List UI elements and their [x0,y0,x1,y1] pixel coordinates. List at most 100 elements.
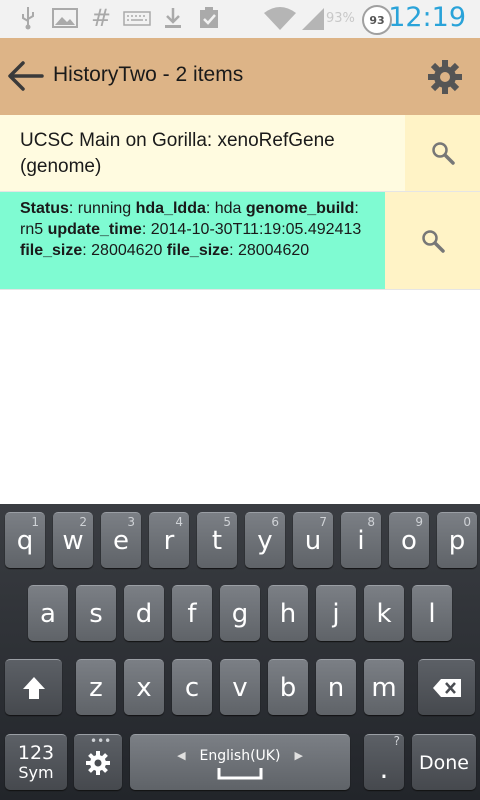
key-label: r [163,525,175,556]
key-label: o [401,525,417,556]
keyboard-icon [123,6,151,30]
key-g[interactable]: g [220,585,260,641]
shift-key[interactable] [5,659,62,715]
key-label: p [448,525,466,556]
key-d[interactable]: d [124,585,164,641]
file-size-label: file_size [166,242,230,259]
image-icon [52,6,78,30]
key-n[interactable]: n [316,659,356,715]
search-icon [421,229,445,253]
key-p[interactable]: p0 [437,512,477,568]
status-value: : running [68,200,136,217]
key-hint: 2 [79,515,87,529]
key-l[interactable]: l [412,585,452,641]
key-u[interactable]: u7 [293,512,333,568]
list-item[interactable]: Status: running hda_ldda: hda genome_bui… [0,192,480,290]
chevron-right-icon: ▶ [294,749,303,762]
backspace-icon [432,678,461,697]
file-size-label: file_size [20,242,83,259]
gear-icon [428,60,462,94]
key-label: t [211,525,223,556]
usb-icon [18,6,38,30]
key-y[interactable]: y6 [245,512,285,568]
settings-button[interactable] [426,58,464,96]
key-m[interactable]: m [364,659,404,715]
key-j[interactable]: j [316,585,356,641]
key-hint: 7 [319,515,327,529]
key-hint: 4 [175,515,183,529]
period-key[interactable]: ? . [364,734,404,790]
language-label: English(UK) [199,747,281,764]
key-t[interactable]: t5 [197,512,237,568]
space-key[interactable]: ◀ English(UK) ▶ [130,734,350,790]
key-h[interactable]: h [268,585,308,641]
list-item[interactable]: UCSC Main on Gorilla: xenoRefGene (genom… [0,115,480,192]
space-bar-icon [217,767,263,779]
search-button[interactable] [405,115,480,191]
download-icon [162,6,184,30]
shift-arrow-icon [22,676,45,699]
key-label: w [62,525,84,556]
key-f[interactable]: f [172,585,212,641]
key-v[interactable]: v [220,659,260,715]
backspace-key[interactable] [418,659,475,715]
symbols-key-label-bottom: Sym [18,762,54,782]
list-item-title: UCSC Main on Gorilla: xenoRefGene (genom… [20,130,335,177]
key-q[interactable]: q1 [5,512,45,568]
key-label: u [304,525,322,556]
key-hint: 3 [127,515,135,529]
chevron-left-icon: ◀ [177,749,186,762]
keyboard-settings-key[interactable]: ••• [74,734,122,790]
key-z[interactable]: z [76,659,116,715]
soft-keyboard: q1 w2 e3 r4 t5 y6 u7 i8 o9 p0 a s d f g … [0,504,480,800]
key-label: y [257,525,273,556]
key-s[interactable]: s [76,585,116,641]
clipboard-check-icon [196,6,222,30]
clock: 12:19 [388,2,466,33]
action-bar: HistoryTwo - 2 items [0,38,480,115]
file-size-value: : 28004620 [82,242,167,259]
key-r[interactable]: r4 [149,512,189,568]
key-o[interactable]: o9 [389,512,429,568]
page-title: HistoryTwo - 2 items [53,63,244,86]
key-hint: 1 [31,515,39,529]
key-hint: 5 [223,515,231,529]
key-hint: 0 [463,515,471,529]
period-key-label: . [379,752,389,785]
hash-icon: # [90,4,112,32]
update-time-value: : 2014-10-30T11:19:05.492413 [141,221,362,238]
search-icon [431,142,455,165]
status-label: Status [20,200,69,217]
key-w[interactable]: w2 [53,512,93,568]
gear-icon [86,750,110,775]
wifi-icon [262,6,298,30]
key-c[interactable]: c [172,659,212,715]
key-k[interactable]: k [364,585,404,641]
symbols-key[interactable]: 123 Sym [5,734,67,790]
key-label: q [16,525,34,556]
back-button[interactable] [6,58,46,94]
battery-percent-text: 93% [326,11,355,26]
key-b[interactable]: b [268,659,308,715]
key-a[interactable]: a [28,585,68,641]
status-bar: # 93% 93 12:19 [0,0,480,38]
key-hint: 8 [367,515,375,529]
done-key[interactable]: Done [412,734,476,790]
signal-icon [300,6,326,30]
key-hint: 6 [271,515,279,529]
key-x[interactable]: x [124,659,164,715]
period-key-hint: ? [393,734,400,748]
key-label: i [357,525,365,556]
back-arrow-icon [8,61,44,91]
genome-build-label: genome_build [245,200,355,217]
symbols-key-label-top: 123 [17,741,55,764]
language-switcher: ◀ English(UK) ▶ [177,748,303,764]
list-item-details: Status: running hda_ldda: hda genome_bui… [20,198,380,261]
key-label: e [113,525,129,556]
key-i[interactable]: i8 [341,512,381,568]
key-e[interactable]: e3 [101,512,141,568]
hda-value: : hda [205,200,242,217]
update-time-label: update_time [47,221,142,238]
search-button[interactable] [385,192,480,289]
file-size-value: : 28004620 [229,242,310,259]
